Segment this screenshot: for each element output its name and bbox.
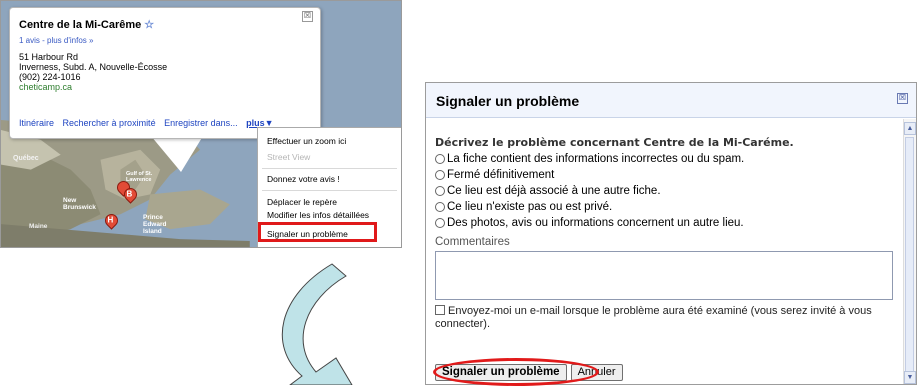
option-label: Ce lieu est déjà associé à une autre fic… [447, 185, 661, 197]
dialog-body: Décrivez le problème concernant Centre d… [435, 135, 895, 331]
reviews-link[interactable]: 1 avis - plus d'infos » [19, 35, 93, 46]
dialog-header: Signaler un problème ☒ [426, 83, 916, 118]
scroll-thumb[interactable] [905, 137, 914, 381]
itineraire-link[interactable]: Itinéraire [19, 118, 54, 128]
email-checkbox[interactable] [435, 305, 445, 315]
radio-button[interactable] [435, 186, 445, 196]
menu-item-deplacer[interactable]: Déplacer le repère [267, 197, 337, 208]
map-label-gulf: Gulf of St. Lawrence [126, 171, 153, 183]
menu-separator [262, 168, 397, 169]
option-duplicate[interactable]: Ce lieu est déjà associé à une autre fic… [435, 183, 895, 199]
dialog-title: Signaler un problème [436, 93, 580, 109]
pin-label-h: H [107, 215, 114, 225]
website-link[interactable]: cheticamp.ca [19, 82, 167, 92]
map-label-maine: Maine [29, 223, 48, 230]
menu-item-avis[interactable]: Donnez votre avis ! [267, 174, 340, 185]
close-icon[interactable]: ☒ [302, 11, 313, 22]
option-label: Fermé définitivement [447, 169, 555, 181]
problem-prompt: Décrivez le problème concernant Centre d… [435, 136, 794, 149]
menu-item-zoom[interactable]: Effectuer un zoom ici [267, 136, 346, 147]
phone-number: (902) 224-1016 [19, 72, 81, 82]
info-bubble: Centre de la Mi-Carême ☆ ☒ 1 avis - plus … [9, 7, 321, 139]
bubble-actions: Itinéraire Rechercher à proximité Enregi… [19, 118, 280, 129]
star-icon[interactable]: ☆ [144, 19, 154, 31]
pin-label-b: B [126, 189, 133, 199]
option-incorrect-info[interactable]: La fiche contient des informations incor… [435, 151, 895, 167]
map-label-prince-edward: Prince Edward Island [143, 214, 167, 235]
rechercher-link[interactable]: Rechercher à proximité [63, 118, 156, 128]
address-block: 51 Harbour Rd Inverness, Subd. A, Nouvel… [19, 52, 167, 92]
option-closed[interactable]: Fermé définitivement [435, 167, 895, 183]
menu-item-street-view: Street View [267, 152, 311, 162]
map-panel: Québec New Brunswick Maine Prince Edward… [0, 0, 402, 248]
radio-button[interactable] [435, 170, 445, 180]
close-icon[interactable]: ☒ [897, 93, 908, 104]
map-label-new-brunswick: New Brunswick [63, 197, 96, 211]
email-notify-row[interactable]: Envoyez-moi un e-mail lorsque le problèm… [435, 305, 895, 331]
radio-button[interactable] [435, 202, 445, 212]
place-title-row: Centre de la Mi-Carême ☆ [19, 20, 154, 31]
report-problem-dialog: Signaler un problème ☒ Décrivez le probl… [425, 82, 917, 386]
highlight-oval [433, 358, 599, 386]
enregistrer-link[interactable]: Enregistrer dans... [164, 118, 238, 128]
comments-label: Commentaires [435, 236, 510, 248]
option-wrong-place[interactable]: Des photos, avis ou informations concern… [435, 215, 895, 231]
radio-button[interactable] [435, 218, 445, 228]
option-label: Ce lieu n'existe pas ou est privé. [447, 201, 613, 213]
option-not-exist[interactable]: Ce lieu n'existe pas ou est privé. [435, 199, 895, 215]
option-label: Des photos, avis ou informations concern… [447, 217, 744, 229]
menu-item-modifier[interactable]: Modifier les infos détaillées [267, 210, 369, 221]
menu-separator [262, 190, 397, 191]
scroll-up-icon[interactable]: ▲ [904, 122, 916, 135]
bubble-tail [151, 136, 203, 172]
option-label: La fiche contient des informations incor… [447, 153, 745, 165]
email-label: Envoyez-moi un e-mail lorsque le problèm… [435, 305, 872, 330]
radio-button[interactable] [435, 154, 445, 164]
map-label-quebec: Québec [13, 155, 39, 162]
curved-arrow-icon [281, 263, 353, 385]
scroll-down-icon[interactable]: ▼ [904, 371, 916, 384]
address-line-1: 51 Harbour Rd [19, 52, 79, 62]
address-line-2: Inverness, Subd. A, Nouvelle-Écosse [19, 62, 168, 72]
comments-textarea[interactable] [435, 251, 893, 300]
place-title[interactable]: Centre de la Mi-Carême [19, 19, 141, 31]
highlight-box [258, 222, 377, 242]
vertical-scrollbar[interactable]: ▲ ▼ [903, 119, 916, 384]
